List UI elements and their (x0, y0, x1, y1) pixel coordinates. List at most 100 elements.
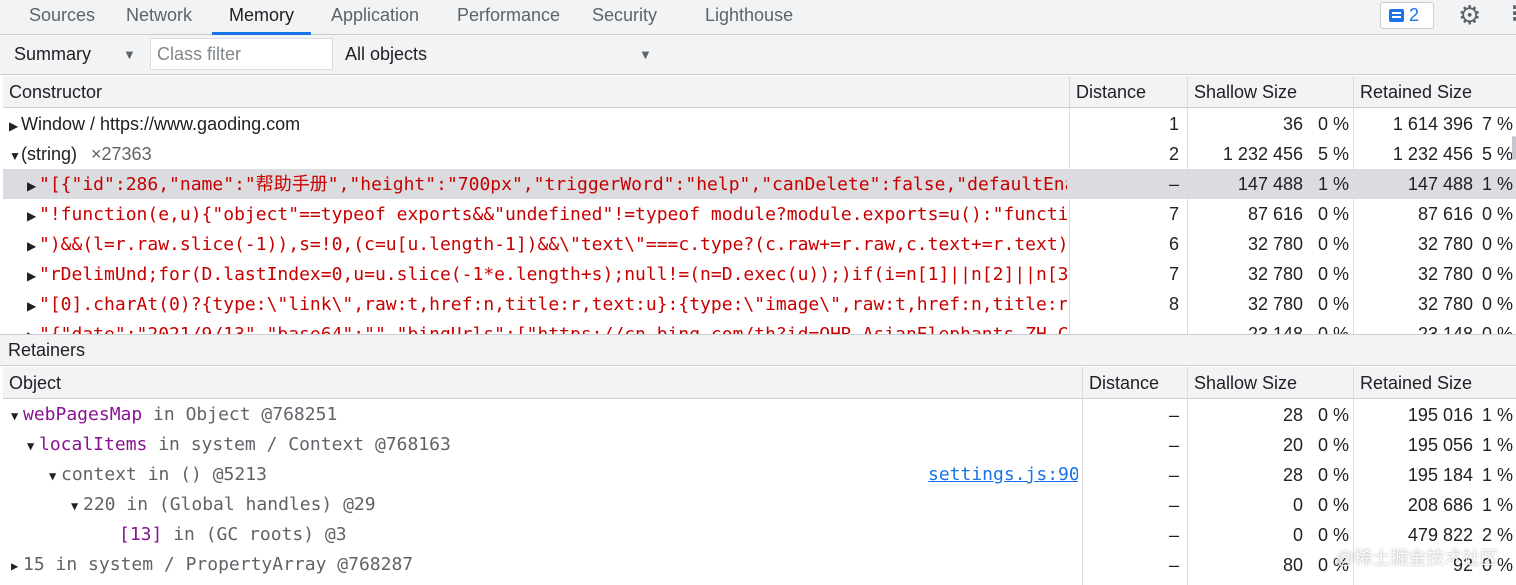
constructor-name: "[0].charAt(0)?{type:\"link\",raw:t,href… (39, 294, 1067, 315)
table-row[interactable]: ▶ ")&&(l=r.raw.slice(-1)),s=!0,(c=u[u.len… (3, 229, 1516, 259)
collapsed-triangle-icon[interactable]: ▶ (11, 551, 23, 580)
expanded-triangle-icon[interactable]: ▼ (9, 141, 21, 169)
collapsed-triangle-icon[interactable]: ▶ (27, 201, 39, 229)
collapsed-triangle-icon[interactable]: ▶ (27, 171, 39, 199)
retained-size-cell: 32 780 (1417, 294, 1473, 314)
table-row[interactable]: ▼ webPagesMap in Object @768251 – 28 0 % 195 … (3, 400, 1516, 430)
tab-application[interactable]: Application (331, 0, 419, 35)
expanded-triangle-icon[interactable]: ▼ (49, 461, 61, 490)
devtools-tab-bar: Sources Network Memory Application Perfo… (0, 0, 1516, 35)
retainer-object-cell: ▼ 220 in (Global handles) @29 (71, 490, 1079, 520)
tab-network[interactable]: Network (126, 0, 192, 35)
collapsed-triangle-icon[interactable]: ▶ (27, 231, 39, 259)
issues-button[interactable]: 2 (1380, 2, 1434, 29)
tab-memory[interactable]: Memory (212, 0, 312, 35)
retained-size-cell: 208 686 (1407, 495, 1473, 515)
table-row[interactable]: ▶ Window / https://www.gaoding.com 1 36 0 % 1… (3, 109, 1516, 139)
retained-percent-cell: 0 % (1481, 294, 1513, 314)
retained-size-cell: 87 616 (1417, 204, 1473, 224)
summary-grid: Constructor Distance Shallow Size Retain… (3, 76, 1516, 334)
column-retained-size[interactable]: Retained Size (1354, 76, 1472, 108)
instance-count: ×27363 (91, 144, 152, 164)
constructor-cell: ▶ ")&&(l=r.raw.slice(-1)),s=!0,(c=u[u.len… (27, 229, 1067, 259)
column-shallow-size[interactable]: Shallow Size (1188, 76, 1297, 108)
column-retained-size[interactable]: Retained Size (1354, 367, 1472, 399)
column-distance[interactable]: Distance (1083, 367, 1159, 399)
table-row[interactable]: ▼ 220 in (Global handles) @29 – 0 0 % 208 686… (3, 490, 1516, 520)
view-select[interactable]: Summary (14, 35, 91, 75)
more-options-icon[interactable]: ⋮ (1505, 4, 1516, 24)
objects-select[interactable]: All objects (345, 35, 427, 75)
shallow-percent-cell: 0 % (1317, 294, 1349, 314)
tab-lighthouse[interactable]: Lighthouse (705, 0, 793, 35)
collapsed-triangle-icon[interactable]: ▶ (27, 291, 39, 319)
table-row[interactable]: ▼ context in () @5213 settings.js:90–28 0 %… (3, 460, 1516, 490)
retained-size-cell: 1 614 396 (1392, 114, 1473, 134)
retained-size-cell: 195 016 (1407, 405, 1473, 425)
shallow-size-cell: 20 (1282, 435, 1303, 455)
table-row[interactable]: ▶ 15 in system / PropertyArray @768287 – 80… (3, 550, 1516, 580)
chevron-down-icon[interactable]: ▼ (639, 35, 652, 74)
shallow-percent-cell: 0 % (1317, 264, 1349, 284)
column-shallow-size[interactable]: Shallow Size (1188, 367, 1297, 399)
table-row[interactable]: ▶ "!function(e,u){"object"==typeof export… (3, 199, 1516, 229)
retainer-object-cell: ▼ webPagesMap in Object @768251 (11, 400, 1079, 430)
retained-size-cell: 147 488 (1407, 174, 1473, 194)
table-row[interactable]: ▶"{"date":"2021/9/13","base64":"","bingU… (3, 319, 1516, 334)
distance-cell (1069, 319, 1179, 334)
constructor-cell: ▶ "[0].charAt(0)?{type:\"link\",raw:t,hre… (27, 289, 1067, 319)
shallow-percent-cell: 0 % (1317, 234, 1349, 254)
constructor-name: Window / https://www.gaoding.com (21, 114, 301, 134)
column-object[interactable]: Object (3, 367, 61, 399)
retainers-section-title[interactable]: Retainers (0, 334, 1516, 366)
table-row[interactable]: ▶ "rDelimUnd;for(D.lastIndex=0,u=u.slice(… (3, 259, 1516, 289)
shallow-percent-cell: 0 % (1317, 114, 1349, 134)
source-link[interactable]: settings.js:90 (928, 460, 1078, 490)
class-filter-input[interactable] (150, 38, 333, 70)
issues-message-icon (1389, 9, 1404, 22)
retained-percent-cell: 1 % (1481, 405, 1513, 425)
collapsed-triangle-icon[interactable]: ▶ (9, 111, 21, 139)
shallow-size-cell: 87 616 (1247, 204, 1303, 224)
shallow-percent-cell: 1 % (1317, 174, 1349, 194)
chevron-down-icon[interactable]: ▼ (123, 35, 136, 74)
distance-cell: 8 (1168, 294, 1179, 314)
shallow-size-cell: 1 232 456 (1222, 144, 1303, 164)
shallow-size-cell: 36 (1282, 114, 1303, 134)
tab-sources[interactable]: Sources (29, 0, 95, 35)
column-constructor[interactable]: Constructor (3, 76, 102, 108)
column-distance[interactable]: Distance (1070, 76, 1146, 108)
shallow-size-cell: 32 780 (1247, 294, 1303, 314)
constructor-name: "{"date":"2021/9/13","base64":"","bingUr… (39, 324, 1067, 334)
gear-icon[interactable]: ⚙ (1458, 2, 1481, 28)
expanded-triangle-icon[interactable]: ▼ (71, 491, 83, 520)
table-row[interactable]: [13] in (GC roots) @3–0 0 % 479 822 2 % (3, 520, 1516, 550)
table-row[interactable]: ▶ "[0].charAt(0)?{type:\"link\",raw:t,hre… (3, 289, 1516, 319)
tab-performance[interactable]: Performance (457, 0, 560, 35)
shallow-size-cell: 0 (1292, 495, 1303, 515)
table-row[interactable]: ▶ "[{"id":286,"name":"帮助手册","height":"700… (3, 169, 1516, 199)
table-row[interactable]: ▼(string) ×27363 2 1 232 456 5 % 1 232 456 5 % (3, 139, 1516, 169)
heap-snapshot-toolbar: Summary ▼ All objects ▼ (0, 35, 1516, 75)
shallow-size-cell: 28 (1282, 405, 1303, 425)
retainer-object-cell: ▼ context in () @5213 (49, 460, 1079, 490)
collapsed-triangle-icon[interactable]: ▶ (27, 261, 39, 289)
expanded-triangle-icon[interactable]: ▼ (11, 401, 23, 430)
shallow-percent-cell: 0 % (1317, 324, 1349, 334)
shallow-percent-cell: 5 % (1317, 144, 1349, 164)
tab-security[interactable]: Security (592, 0, 657, 35)
retained-size-cell: 23 148 (1417, 324, 1473, 334)
collapsed-triangle-icon[interactable]: ▶ (27, 321, 39, 334)
retained-percent-cell: 5 % (1481, 144, 1513, 164)
retained-percent-cell: 1 % (1481, 465, 1513, 485)
shallow-size-cell: 23 148 (1247, 324, 1303, 334)
table-row[interactable]: ▼ localItems in system / Context @768163 –… (3, 430, 1516, 460)
distance-cell: – (1168, 405, 1179, 425)
constructor-name: (string) (21, 144, 78, 164)
retainers-grid-header: Object Distance Shallow Size Retained Si… (3, 367, 1516, 399)
retained-percent-cell: 0 % (1481, 204, 1513, 224)
retainer-object-cell: ▶ 15 in system / PropertyArray @768287 (11, 550, 1079, 580)
retainer-object-cell: [13] in (GC roots) @3 (107, 520, 1079, 550)
scrollbar[interactable] (1512, 136, 1516, 160)
expanded-triangle-icon[interactable]: ▼ (27, 431, 39, 460)
